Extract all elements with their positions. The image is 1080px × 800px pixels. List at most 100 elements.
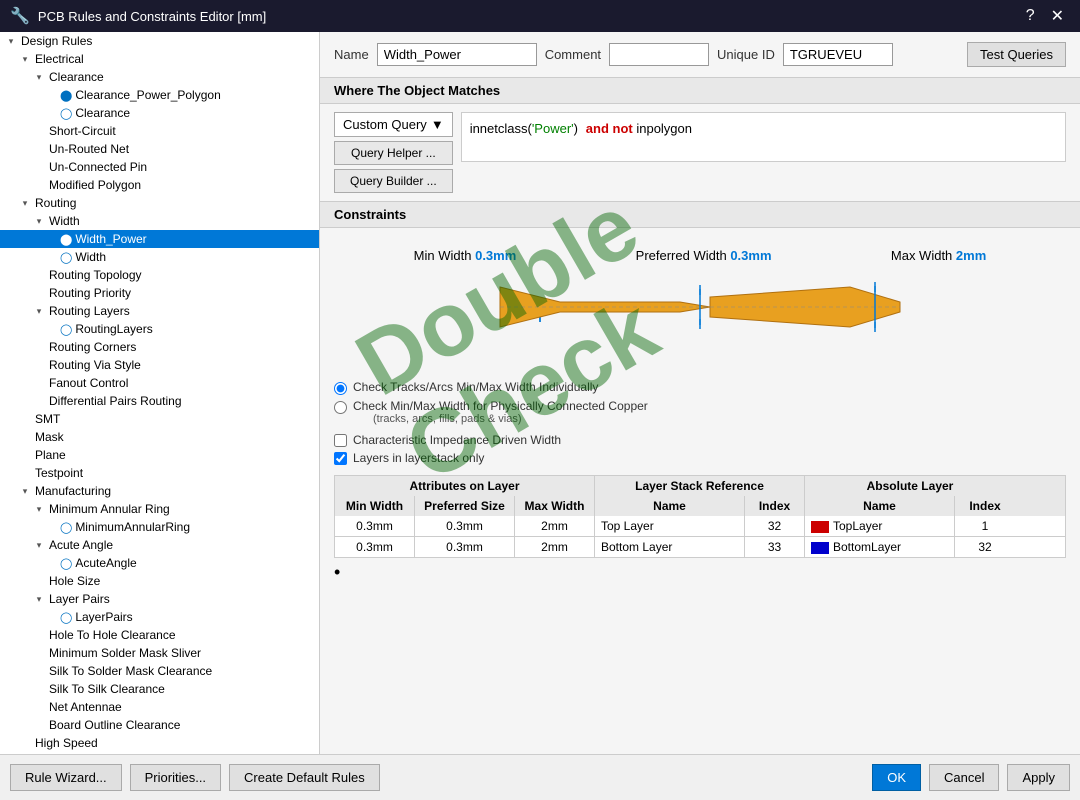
close-button[interactable]: ✕ (1045, 4, 1070, 28)
name-label: Name (334, 47, 369, 62)
sidebar-item-fanout-control[interactable]: Fanout Control (0, 374, 319, 392)
priorities-button[interactable]: Priorities... (130, 764, 221, 791)
sidebar-item-silk-to-silk[interactable]: Silk To Silk Clearance (0, 680, 319, 698)
ok-button[interactable]: OK (872, 764, 921, 791)
comment-input[interactable] (609, 43, 709, 66)
query-helper-button[interactable]: Query Helper ... (334, 141, 453, 165)
expander-icon[interactable]: ▾ (18, 486, 32, 497)
expander-icon[interactable]: ▾ (18, 198, 32, 209)
query-text-area[interactable]: innetclass('Power') and not inpolygon (461, 112, 1066, 162)
sidebar-item-acute-angle-item[interactable]: ◯AcuteAngle (0, 554, 319, 572)
sidebar-item-min-annular-ring-item[interactable]: ◯MinimumAnnularRing (0, 518, 319, 536)
sidebar-item-clearance-group[interactable]: ▾Clearance (0, 68, 319, 86)
impedance-label: Characteristic Impedance Driven Width (353, 433, 561, 447)
radio-individually[interactable] (334, 382, 347, 395)
help-button[interactable]: ? (1020, 4, 1041, 28)
sidebar-item-routing-priority[interactable]: Routing Priority (0, 284, 319, 302)
comment-label: Comment (545, 47, 601, 62)
window-title: PCB Rules and Constraints Editor [mm] (38, 9, 266, 24)
add-row-btn[interactable]: • (334, 558, 1066, 587)
col-stack-index: Index (745, 496, 805, 516)
expander-icon[interactable]: ▾ (18, 54, 32, 65)
cancel-button[interactable]: Cancel (929, 764, 999, 791)
sidebar-item-routing-corners[interactable]: Routing Corners (0, 338, 319, 356)
sidebar-item-width[interactable]: ◯Width (0, 248, 319, 266)
sidebar-item-modified-polygon[interactable]: Modified Polygon (0, 176, 319, 194)
sidebar-item-min-annular-ring[interactable]: ▾Minimum Annular Ring (0, 500, 319, 518)
sidebar-item-electrical[interactable]: ▾Electrical (0, 50, 319, 68)
sidebar-item-width-power[interactable]: ⬤Width_Power (0, 230, 319, 248)
query-builder-button[interactable]: Query Builder ... (334, 169, 453, 193)
title-bar: 🔧 PCB Rules and Constraints Editor [mm] … (0, 0, 1080, 32)
sidebar-item-acute-angle[interactable]: ▾Acute Angle (0, 536, 319, 554)
sidebar-item-routing-via-style[interactable]: Routing Via Style (0, 356, 319, 374)
impedance-checkbox[interactable] (334, 434, 347, 447)
sidebar-item-un-connected-pin[interactable]: Un-Connected Pin (0, 158, 319, 176)
create-default-button[interactable]: Create Default Rules (229, 764, 380, 791)
color-swatch (811, 542, 829, 554)
expander-icon[interactable]: ▾ (32, 540, 46, 551)
rule-wizard-button[interactable]: Rule Wizard... (10, 764, 122, 791)
expander-icon[interactable]: ▾ (4, 36, 18, 47)
tree-item-label: Minimum Annular Ring (49, 502, 170, 516)
tree-item-label: Hole To Hole Clearance (49, 628, 176, 642)
sidebar-item-clearance[interactable]: ◯Clearance (0, 104, 319, 122)
min-width-value: 0.3mm (475, 248, 516, 263)
sidebar-item-board-outline[interactable]: Board Outline Clearance (0, 716, 319, 734)
test-queries-button[interactable]: Test Queries (967, 42, 1066, 67)
radio-physical[interactable] (334, 401, 347, 414)
uid-input[interactable]: TGRUEVEU (783, 43, 893, 66)
sidebar-item-plane[interactable]: Plane (0, 446, 319, 464)
sidebar-item-silk-to-solder[interactable]: Silk To Solder Mask Clearance (0, 662, 319, 680)
apply-button[interactable]: Apply (1007, 764, 1070, 791)
min-width-label: Min Width 0.3mm (414, 248, 517, 263)
expander-icon[interactable]: ▾ (32, 594, 46, 605)
sidebar-item-hole-to-hole[interactable]: Hole To Hole Clearance (0, 626, 319, 644)
col-max-width: Max Width (515, 496, 595, 516)
sidebar-item-width-group[interactable]: ▾Width (0, 212, 319, 230)
expander-icon[interactable]: ▾ (32, 72, 46, 83)
sidebar-item-clearance-power-polygon[interactable]: ⬤Clearance_Power_Polygon (0, 86, 319, 104)
expander-icon[interactable]: ▾ (32, 216, 46, 227)
sidebar-item-manufacturing[interactable]: ▾Manufacturing (0, 482, 319, 500)
tree-item-label: Plane (35, 448, 66, 462)
expander-icon[interactable]: ▾ (32, 504, 46, 515)
sidebar-item-routing-layers[interactable]: ▾Routing Layers (0, 302, 319, 320)
tree-node-icon: ◯ (60, 251, 72, 264)
group2-header: Layer Stack Reference (595, 476, 805, 496)
sidebar-item-routing[interactable]: ▾Routing (0, 194, 319, 212)
sidebar-item-routing-topology[interactable]: Routing Topology (0, 266, 319, 284)
sidebar-item-smt[interactable]: SMT (0, 410, 319, 428)
bottom-bar: Rule Wizard... Priorities... Create Defa… (0, 754, 1080, 800)
name-input[interactable]: Width_Power (377, 43, 537, 66)
col-stack-name: Name (595, 496, 745, 516)
query-type-dropdown[interactable]: Custom Query ▼ (334, 112, 453, 137)
tree-node-icon: ◯ (60, 521, 72, 534)
sidebar-item-differential-pairs[interactable]: Differential Pairs Routing (0, 392, 319, 410)
window-controls: ? ✕ (1020, 4, 1070, 28)
group3-header: Absolute Layer (805, 476, 1015, 496)
tree-item-label: Differential Pairs Routing (49, 394, 182, 408)
tree-item-label: Width (75, 250, 106, 264)
tree-item-label: Layer Pairs (49, 592, 110, 606)
expander-icon[interactable]: ▾ (32, 306, 46, 317)
sidebar-item-design-rules[interactable]: ▾Design Rules (0, 32, 319, 50)
sidebar-item-layer-pairs[interactable]: ▾Layer Pairs (0, 590, 319, 608)
tree-item-label: Clearance_Power_Polygon (75, 88, 220, 102)
sidebar-item-un-routed-net[interactable]: Un-Routed Net (0, 140, 319, 158)
sidebar-item-mask[interactable]: Mask (0, 428, 319, 446)
sidebar-item-hole-size[interactable]: Hole Size (0, 572, 319, 590)
tree-node-icon: ◯ (60, 557, 72, 570)
table-cell: 2mm (515, 516, 595, 536)
sidebar-item-testpoint[interactable]: Testpoint (0, 464, 319, 482)
sidebar-item-high-speed[interactable]: High Speed (0, 734, 319, 752)
layerstack-checkbox[interactable] (334, 452, 347, 465)
sidebar-item-layer-pairs-item[interactable]: ◯LayerPairs (0, 608, 319, 626)
sidebar-item-net-antennae[interactable]: Net Antennae (0, 698, 319, 716)
sidebar-item-min-solder-mask[interactable]: Minimum Solder Mask Sliver (0, 644, 319, 662)
radio-group: Check Tracks/Arcs Min/Max Width Individu… (334, 380, 1066, 425)
sidebar-item-short-circuit[interactable]: Short-Circuit (0, 122, 319, 140)
sidebar-item-routing-layers-item[interactable]: ◯RoutingLayers (0, 320, 319, 338)
rule-header: Name Width_Power Comment Unique ID TGRUE… (320, 32, 1080, 77)
tree-item-label: Routing Layers (49, 304, 130, 318)
